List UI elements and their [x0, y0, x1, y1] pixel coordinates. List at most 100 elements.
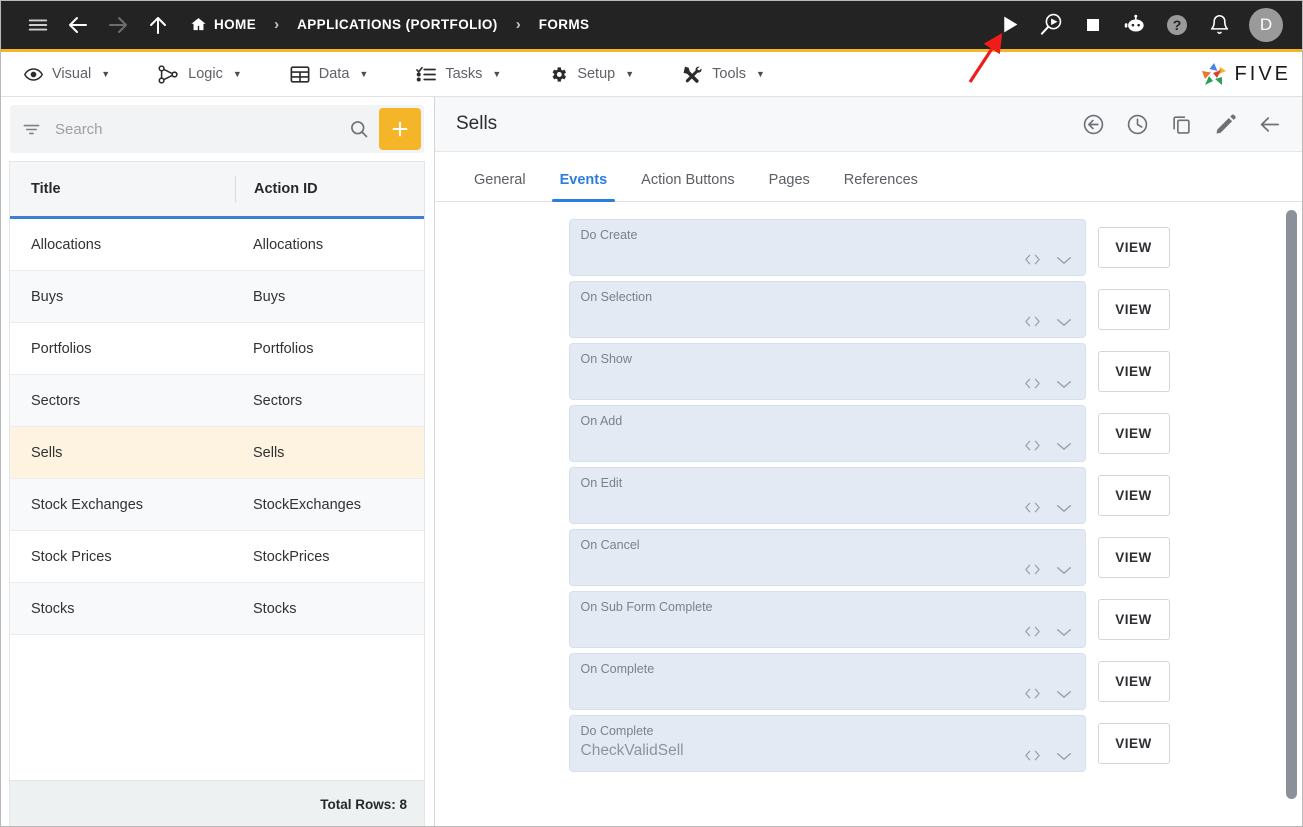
event-field[interactable]: On Add	[568, 405, 1086, 462]
column-header-action-id[interactable]: Action ID	[235, 176, 424, 202]
breadcrumb-item-applications[interactable]: APPLICATIONS (PORTFOLIO)	[293, 17, 502, 32]
debug-search-play-icon[interactable]	[1034, 8, 1068, 42]
column-header-title[interactable]: Title	[10, 162, 235, 216]
scrollbar-thumb[interactable]	[1286, 210, 1297, 799]
table-row[interactable]: Stock Prices StockPrices	[10, 531, 424, 583]
tab-general[interactable]: General	[457, 172, 543, 201]
logic-nodes-icon	[158, 64, 179, 84]
view-button[interactable]: VIEW	[1097, 289, 1170, 330]
menu-item-tools[interactable]: Tools ▼	[674, 64, 783, 84]
chevron-down-icon[interactable]	[1055, 501, 1073, 515]
table-row[interactable]: Stock Exchanges StockExchanges	[10, 479, 424, 531]
wrench-screwdriver-icon	[682, 64, 703, 84]
cell-action-id: Sells	[253, 444, 285, 461]
back-arrow-icon[interactable]	[58, 5, 98, 45]
event-field[interactable]: On Selection	[568, 281, 1086, 338]
breadcrumb-item-home[interactable]: HOME	[186, 16, 260, 33]
event-field[interactable]: On Cancel	[568, 529, 1086, 586]
menu-item-data[interactable]: Data ▼	[282, 65, 387, 84]
code-brackets-icon[interactable]	[1024, 438, 1041, 453]
menu-label-tasks: Tasks	[445, 66, 483, 82]
forward-arrow-icon[interactable]	[98, 5, 138, 45]
view-button[interactable]: VIEW	[1097, 351, 1170, 392]
code-brackets-icon[interactable]	[1024, 624, 1041, 639]
table-row[interactable]: Portfolios Portfolios	[10, 323, 424, 375]
code-brackets-icon[interactable]	[1024, 748, 1041, 763]
chevron-down-icon[interactable]	[1055, 439, 1073, 453]
stop-square-icon[interactable]	[1076, 8, 1110, 42]
code-brackets-icon[interactable]	[1024, 686, 1041, 701]
chevron-down-icon[interactable]	[1055, 687, 1073, 701]
chevron-down-icon[interactable]	[1055, 563, 1073, 577]
menu-item-visual[interactable]: Visual ▼	[16, 65, 128, 84]
breadcrumb-item-forms[interactable]: FORMS	[535, 17, 594, 32]
view-button[interactable]: VIEW	[1097, 537, 1170, 578]
table-row[interactable]: Allocations Allocations	[10, 219, 424, 271]
event-field[interactable]: Do Complete CheckValidSell	[568, 715, 1086, 772]
event-field[interactable]: On Show	[568, 343, 1086, 400]
tab-pages[interactable]: Pages	[752, 172, 827, 201]
help-question-icon[interactable]: ?	[1160, 8, 1194, 42]
chatbot-icon[interactable]	[1118, 8, 1152, 42]
search-input[interactable]	[41, 120, 339, 138]
add-form-button[interactable]	[379, 108, 421, 150]
tab-events[interactable]: Events	[543, 172, 625, 202]
code-brackets-icon[interactable]	[1024, 252, 1041, 267]
chevron-down-icon[interactable]	[1055, 625, 1073, 639]
menu-item-tasks[interactable]: Tasks ▼	[408, 65, 519, 84]
revert-icon[interactable]	[1082, 113, 1105, 136]
event-field[interactable]: On Sub Form Complete	[568, 591, 1086, 648]
cell-action-id: Sectors	[253, 392, 303, 409]
table-row[interactable]: Stocks Stocks	[10, 583, 424, 635]
vertical-scrollbar[interactable]	[1286, 210, 1297, 817]
brand-name: FIVE	[1234, 62, 1291, 85]
breadcrumb-label-applications: APPLICATIONS (PORTFOLIO)	[297, 17, 498, 32]
code-brackets-icon[interactable]	[1024, 376, 1041, 391]
up-arrow-icon[interactable]	[138, 5, 178, 45]
chevron-down-icon[interactable]	[1055, 253, 1073, 267]
menu-item-setup[interactable]: Setup ▼	[541, 65, 652, 84]
detail-header: Sells	[435, 97, 1303, 152]
cell-action-id: StockPrices	[253, 548, 330, 565]
menu-icon[interactable]	[18, 5, 58, 45]
event-field[interactable]: On Complete	[568, 653, 1086, 710]
table-row[interactable]: Buys Buys	[10, 271, 424, 323]
checklist-icon	[416, 65, 437, 84]
view-button[interactable]: VIEW	[1097, 475, 1170, 516]
tab-action-buttons[interactable]: Action Buttons	[624, 172, 752, 201]
avatar[interactable]: D	[1249, 7, 1283, 42]
chevron-down-icon[interactable]	[1055, 315, 1073, 329]
event-field[interactable]: On Edit	[568, 467, 1086, 524]
table-row[interactable]: Sectors Sectors	[10, 375, 424, 427]
tab-references[interactable]: References	[827, 172, 935, 201]
view-button[interactable]: VIEW	[1097, 723, 1170, 764]
code-brackets-icon[interactable]	[1024, 500, 1041, 515]
event-field[interactable]: Do Create	[568, 219, 1086, 276]
view-button[interactable]: VIEW	[1097, 227, 1170, 268]
view-button[interactable]: VIEW	[1097, 413, 1170, 454]
view-button[interactable]: VIEW	[1097, 661, 1170, 702]
code-brackets-icon[interactable]	[1024, 562, 1041, 577]
event-field-tools	[1024, 500, 1073, 515]
cell-action-id: Allocations	[253, 236, 324, 253]
code-brackets-icon[interactable]	[1024, 314, 1041, 329]
cell-action-id: Portfolios	[253, 340, 314, 357]
edit-pencil-icon[interactable]	[1214, 113, 1237, 136]
view-button[interactable]: VIEW	[1097, 599, 1170, 640]
chevron-down-icon[interactable]	[1055, 377, 1073, 391]
run-play-icon[interactable]	[992, 8, 1026, 42]
history-clock-icon[interactable]	[1126, 113, 1149, 136]
filter-icon[interactable]	[22, 120, 41, 139]
menu-item-logic[interactable]: Logic ▼	[150, 64, 260, 84]
search-icon[interactable]	[339, 119, 379, 139]
event-row: Do Create VIEW	[435, 219, 1303, 276]
notification-bell-icon[interactable]	[1202, 8, 1236, 42]
main-menu-bar: Visual ▼ Logic ▼ Data ▼ Tasks ▼ Setup ▼ …	[0, 52, 1303, 97]
chevron-down-icon[interactable]	[1055, 749, 1073, 763]
events-content: Do Create VIEW On Selection VIEW On Show VIEW…	[435, 202, 1303, 827]
table-row-selected[interactable]: Sells Sells	[10, 427, 424, 479]
back-arrow-icon[interactable]	[1258, 113, 1281, 136]
chevron-down-icon: ▼	[359, 69, 369, 79]
event-field-tools	[1024, 438, 1073, 453]
duplicate-icon[interactable]	[1170, 113, 1193, 136]
